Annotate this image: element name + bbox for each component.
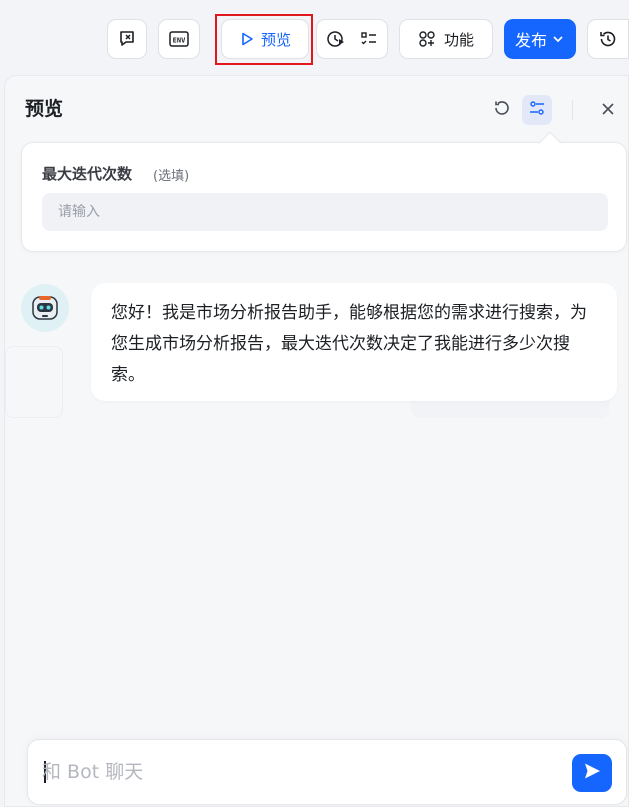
features-button[interactable]: 功能	[399, 19, 493, 59]
robot-icon	[32, 296, 58, 320]
chat-input[interactable]	[42, 754, 562, 790]
param-label: 最大迭代次数	[42, 165, 133, 183]
checklist-icon[interactable]	[360, 30, 378, 48]
panel-title: 预览	[25, 98, 64, 120]
chevron-down-icon	[551, 32, 565, 46]
close-icon	[601, 101, 615, 120]
preview-button[interactable]: 预览	[221, 19, 309, 59]
bot-message-bubble: 您好！我是市场分析报告助手，能够根据您的需求进行搜索，为您生成市场分析报告，最大…	[91, 283, 617, 401]
parameter-card: 最大迭代次数 (选填)	[21, 131, 627, 252]
env-button[interactable]: ENV	[158, 19, 200, 59]
env-icon: ENV	[168, 29, 190, 49]
refresh-icon	[492, 98, 512, 122]
svg-text:ENV: ENV	[173, 37, 186, 45]
send-button[interactable]	[572, 754, 612, 792]
run-history-icon[interactable]	[326, 29, 346, 49]
param-optional-tag: (选填)	[153, 169, 190, 184]
variable-icon	[117, 29, 137, 49]
send-icon	[582, 761, 602, 785]
features-label: 功能	[443, 30, 474, 49]
sliders-icon	[528, 99, 546, 121]
play-icon	[239, 31, 255, 47]
header-divider	[572, 100, 573, 120]
publish-label: 发布	[514, 31, 547, 50]
preview-label: 预览	[260, 30, 291, 49]
ghost-node	[5, 346, 63, 418]
close-button[interactable]	[593, 95, 623, 125]
history-icon	[598, 29, 618, 49]
preview-panel: 预览 最大迭代次数 (选填) 您好！我是市场分析报告助手，能够根据您的需求进行搜	[4, 75, 629, 807]
history-button[interactable]	[587, 19, 629, 59]
bot-avatar	[21, 284, 69, 332]
debug-tools-group[interactable]	[316, 19, 388, 59]
apps-icon	[418, 30, 436, 48]
publish-button[interactable]: 发布	[504, 19, 576, 59]
reset-button[interactable]	[487, 95, 517, 125]
chat-input-bar	[27, 739, 627, 805]
top-toolbar: ENV 预览 功能 发布	[0, 0, 629, 76]
max-iterations-input[interactable]	[42, 193, 608, 231]
settings-toggle-button[interactable]	[522, 95, 552, 125]
card-notch	[538, 131, 562, 155]
variable-button[interactable]	[107, 19, 147, 59]
